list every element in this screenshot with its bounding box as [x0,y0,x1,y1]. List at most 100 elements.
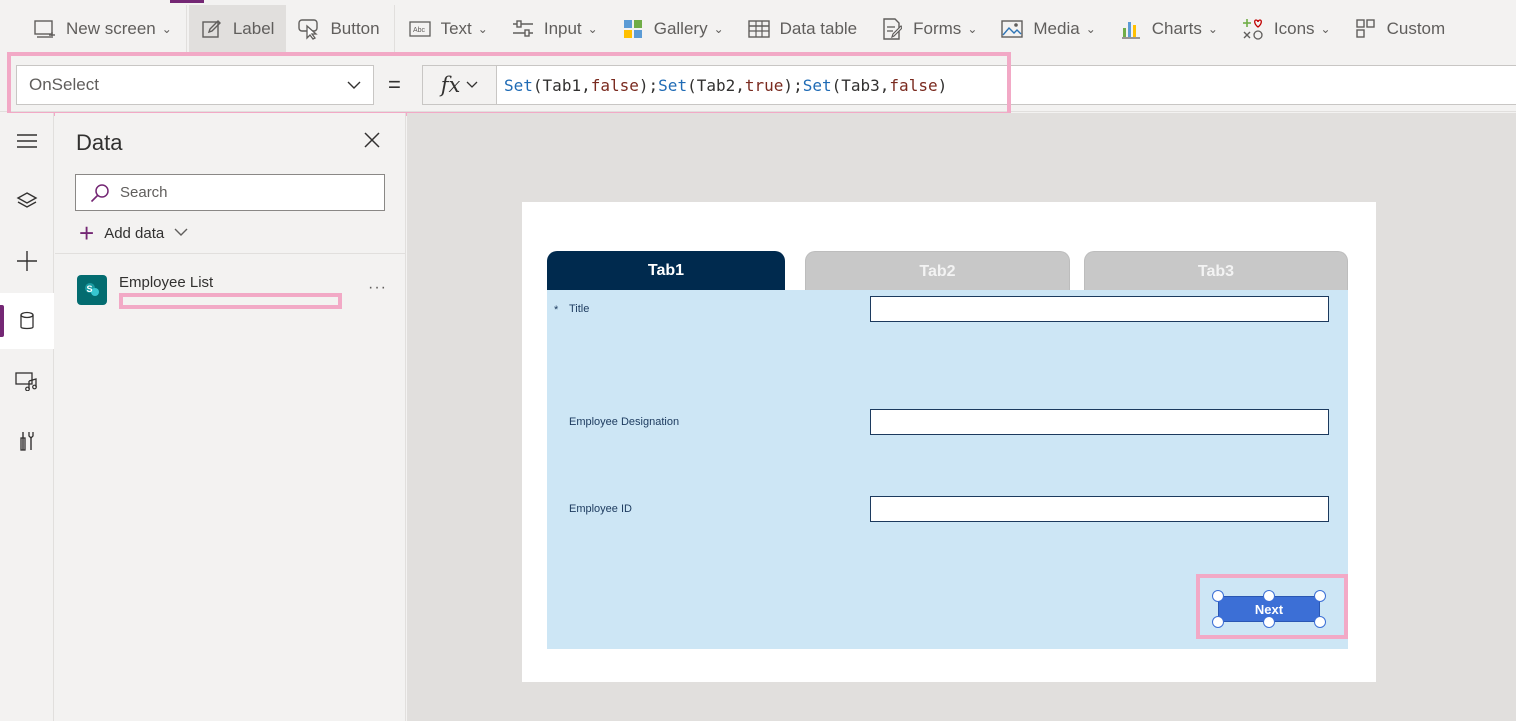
icons-menu[interactable]: Icons ⌄ [1230,5,1343,53]
resize-handle[interactable] [1212,616,1224,628]
ribbon-separator [393,5,395,53]
formula-token: false [590,75,639,95]
rail-media-button[interactable] [0,353,54,409]
data-pane: Data Search + Add data S Employee List ·… [55,113,406,721]
tab-3[interactable]: Tab3 [1084,251,1348,291]
icons-icon [1242,18,1264,40]
input-menu-label: Input [543,19,582,38]
button-cursor-icon [298,18,320,40]
formula-token: ( [831,75,842,95]
title-input[interactable] [870,296,1329,322]
media-icon [1001,18,1024,40]
design-canvas: Tab1 Tab2 Tab3 * Title Employee Designat… [407,113,1516,721]
forms-menu[interactable]: Forms ⌄ [869,5,989,53]
formula-token: ; [793,75,803,95]
search-placeholder: Search [120,184,168,201]
chevron-down-icon: ⌄ [1207,22,1218,36]
gallery-icon [622,18,644,40]
new-screen-button[interactable]: New screen ⌄ [22,5,184,53]
pane-title: Data [76,130,123,155]
custom-menu-label: Custom [1386,19,1446,38]
tab-1[interactable]: Tab1 [547,251,785,291]
formula-token: ) [638,75,649,95]
hamburger-menu-icon [17,134,37,148]
chevron-down-icon: ⌄ [1085,22,1096,36]
button-button-label: Button [330,19,380,38]
resize-handle[interactable] [1263,616,1275,628]
custom-icon [1355,18,1377,40]
resize-handle[interactable] [1314,590,1326,602]
formula-token: Tab2 [696,75,736,95]
plus-icon: + [79,218,95,248]
button-button[interactable]: Button [286,5,391,53]
new-screen-label: New screen [66,19,156,38]
charts-icon [1120,18,1142,40]
formula-token: false [889,75,938,95]
field-label-employee-id: Employee ID [569,503,632,515]
ribbon-accent-bar [170,0,204,3]
chevron-down-icon: ⌄ [161,22,172,36]
resize-handle[interactable] [1263,590,1275,602]
insert-plus-icon [17,251,37,271]
more-options-button[interactable]: ··· [368,279,387,297]
required-marker: * [554,304,559,316]
close-icon [364,132,380,148]
media-menu[interactable]: Media ⌄ [989,5,1107,53]
rail-tools-button[interactable] [0,413,54,469]
tools-icon [20,432,34,451]
equals-sign: = [388,72,401,97]
data-table-label: Data table [779,19,858,38]
gallery-menu[interactable]: Gallery ⌄ [610,5,736,53]
search-input[interactable]: Search [75,174,385,211]
chevron-down-icon [347,75,361,95]
formula-input[interactable]: Set(Tab1, false); Set(Tab2, true); Set(Tab3,… [496,65,1516,105]
resize-handle[interactable] [1314,616,1326,628]
rail-tree-view-button[interactable] [0,173,54,229]
designation-input[interactable] [870,409,1329,435]
rail-insert-button[interactable] [0,233,54,289]
app-screen[interactable]: Tab1 Tab2 Tab3 * Title Employee Designat… [522,202,1376,682]
data-table-icon [747,18,770,40]
rail-data-button[interactable] [0,293,54,349]
svg-text:S: S [87,284,93,294]
formula-token: Set [658,75,688,95]
employee-id-input[interactable] [870,496,1329,522]
pane-divider [55,253,406,254]
label-button-label: Label [232,19,275,38]
tab-2[interactable]: Tab2 [805,251,1070,291]
formula-token: true [744,75,784,95]
charts-menu[interactable]: Charts ⌄ [1108,5,1230,53]
field-label-title: Title [569,303,590,315]
property-dropdown[interactable]: OnSelect [16,65,374,105]
new-screen-icon [34,18,56,40]
forms-icon [881,18,903,40]
media-menu-label: Media [1033,19,1080,38]
formula-token: , [735,75,745,95]
field-label-designation: Employee Designation [569,416,680,428]
database-icon [20,311,34,330]
add-data-button[interactable]: + Add data [79,218,188,248]
custom-menu[interactable]: Custom [1343,5,1458,53]
input-sliders-icon [512,18,534,40]
label-button[interactable]: Label [188,5,287,53]
close-pane-button[interactable] [363,131,385,153]
resize-handle[interactable] [1212,590,1224,602]
data-source-item[interactable]: S Employee List ··· [55,265,406,315]
data-table-button[interactable]: Data table [736,5,870,53]
formula-bar: OnSelect = fx Set(Tab1, false); Set(Tab2, t… [0,58,1516,112]
text-menu-label: Text [440,19,472,38]
formula-token: ) [937,75,948,95]
add-data-label: Add data [104,224,165,242]
fx-function-button[interactable]: fx [422,65,496,105]
icons-menu-label: Icons [1273,19,1315,38]
text-menu[interactable]: Abc Text ⌄ [397,5,500,53]
chevron-down-icon [466,78,478,92]
input-menu[interactable]: Input ⌄ [500,5,610,53]
media-library-icon [15,372,37,391]
formula-token: ; [648,75,659,95]
chevron-down-icon [174,226,188,240]
rail-menu-button[interactable] [0,113,54,169]
layers-icon [16,192,38,208]
edit-form: * Title Employee Designation Employee ID… [547,290,1348,649]
chevron-down-icon: ⌄ [967,22,978,36]
